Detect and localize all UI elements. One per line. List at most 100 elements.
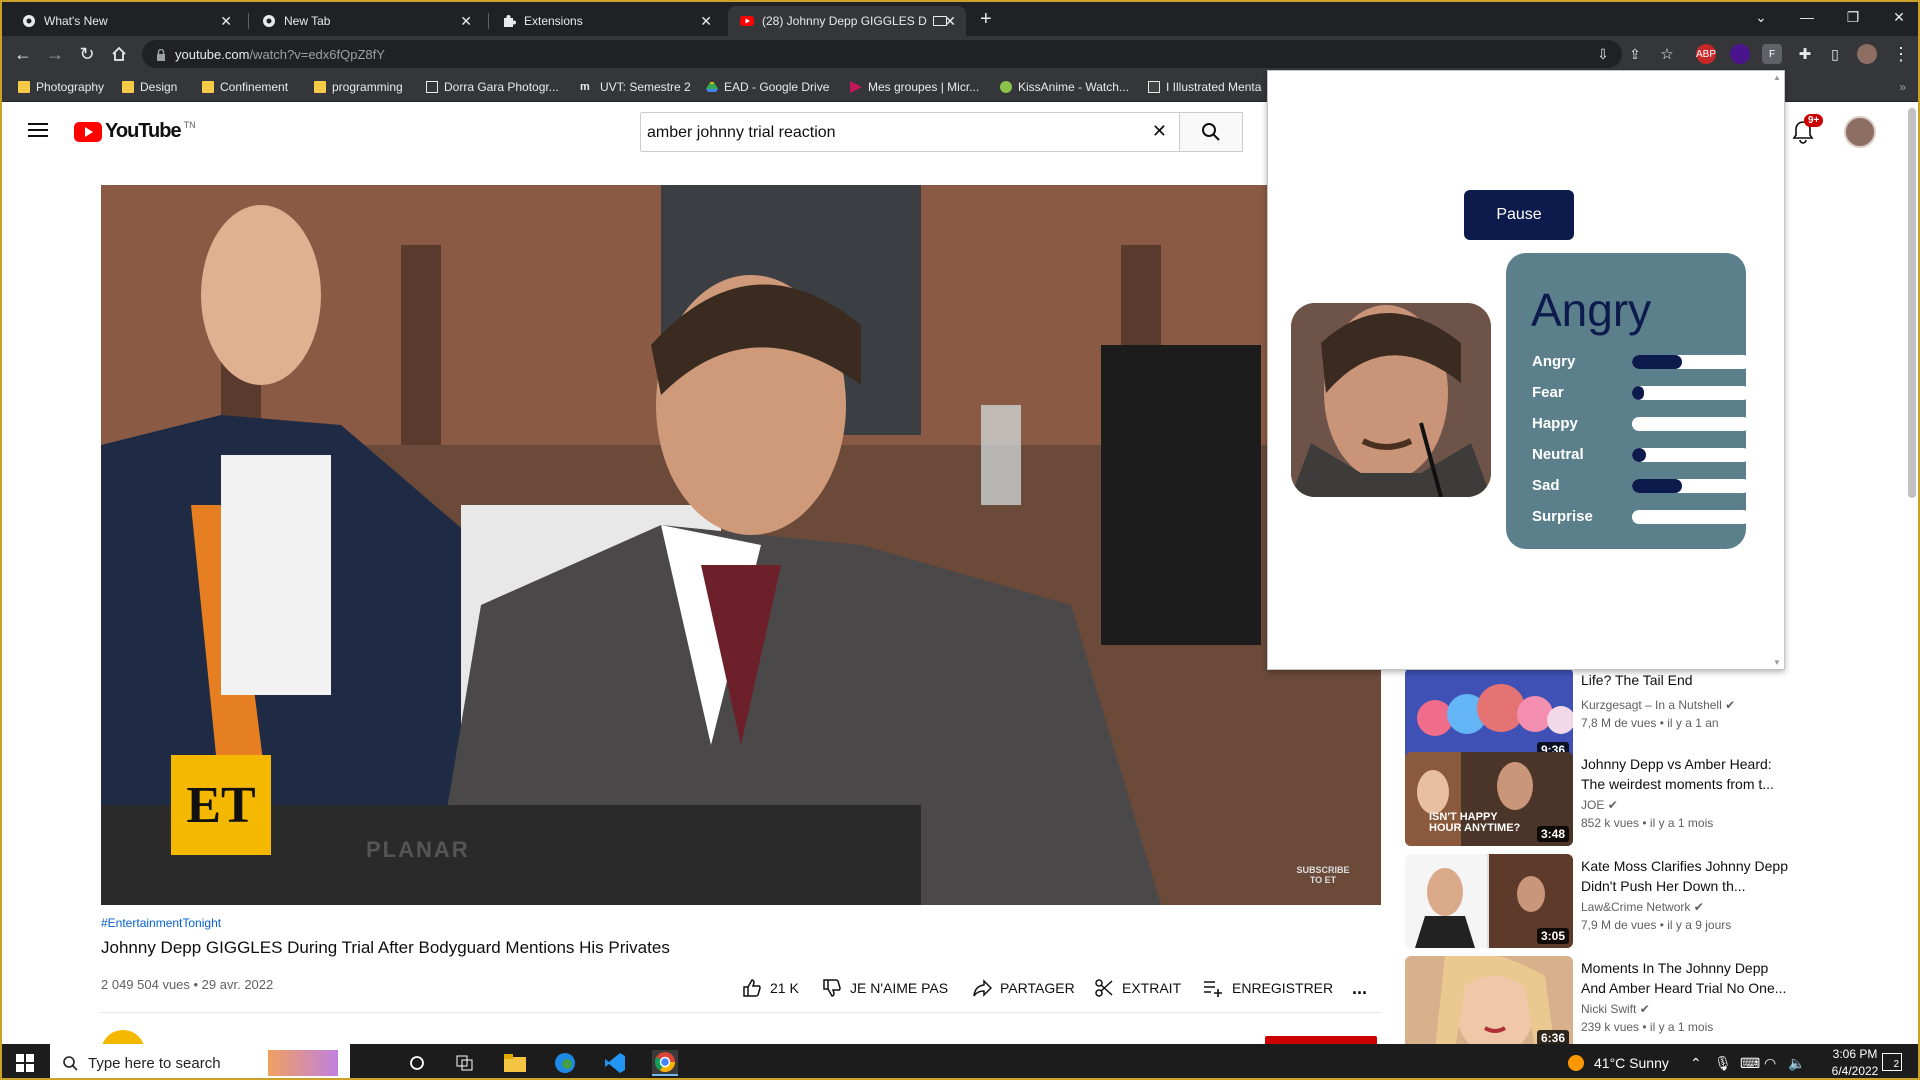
clear-search-icon[interactable]: ✕	[1152, 121, 1167, 142]
tab-new-tab[interactable]: New Tab ✕	[250, 6, 482, 36]
account-avatar[interactable]	[1844, 116, 1876, 148]
new-tab-button[interactable]: +	[980, 8, 992, 31]
popup-scrollbar[interactable]: ▲ ▼	[1772, 73, 1782, 667]
subscribe-watermark[interactable]: SUBSCRIBE TO ET	[1293, 865, 1353, 885]
bookmark-design[interactable]: Design	[122, 72, 177, 102]
action-center-icon[interactable]: 2	[1882, 1053, 1902, 1071]
bookmark-kissanime[interactable]: KissAnime - Watch...	[1000, 72, 1129, 102]
suggested-title[interactable]: Moments In The Johnny Depp And Amber Hea…	[1581, 958, 1791, 998]
home-icon[interactable]	[106, 42, 132, 66]
tab-separator	[248, 13, 249, 29]
bookmark-uvt[interactable]: m UVT: Semestre 2	[580, 72, 691, 102]
tray-chevron-icon[interactable]: ⌃	[1690, 1044, 1702, 1078]
suggested-video[interactable]: 9:36 Life? The Tail End Kurzgesagt – In …	[1405, 668, 1795, 764]
video-hashtag[interactable]: #EntertainmentTonight	[101, 916, 221, 930]
network-icon[interactable]: ◠	[1764, 1044, 1776, 1078]
forward-icon[interactable]: →	[42, 42, 68, 66]
scroll-down-icon[interactable]: ▼	[1773, 658, 1781, 667]
extensions-puzzle-icon[interactable]: ✚	[1792, 42, 1818, 66]
tab-search-icon[interactable]: ⌄	[1738, 2, 1784, 32]
clock[interactable]: 3:06 PM 6/4/2022	[1820, 1047, 1890, 1078]
verified-icon: ✔	[1639, 1002, 1650, 1016]
video-thumbnail[interactable]: 3:05	[1405, 854, 1573, 948]
hamburger-menu-icon[interactable]	[28, 122, 48, 143]
search-box[interactable]: amber johnny trial reaction ✕	[640, 112, 1180, 152]
bookmark-mes-groupes[interactable]: Mes groupes | Micr...	[850, 72, 979, 102]
suggested-video[interactable]: 6:36 Moments In The Johnny Depp And Ambe…	[1405, 956, 1795, 1052]
language-icon[interactable]: ⌨	[1740, 1044, 1760, 1078]
install-icon[interactable]: ⇩	[1590, 42, 1616, 66]
video-thumbnail[interactable]: 6:36	[1405, 956, 1573, 1050]
tab-whats-new[interactable]: What's New ✕	[10, 6, 242, 36]
dislike-button[interactable]: JE N'AIME PAS	[822, 978, 948, 998]
emotion-bar-fill	[1632, 386, 1644, 400]
scissors-icon	[1095, 979, 1113, 997]
more-actions-icon[interactable]: ...	[1352, 978, 1367, 999]
like-button[interactable]: 21 K	[742, 978, 799, 998]
suggested-channel[interactable]: Kurzgesagt – In a Nutshell ✔	[1581, 698, 1735, 712]
share-icon[interactable]: ⇪	[1622, 42, 1648, 66]
chrome-menu-icon[interactable]: ⋮	[1888, 42, 1914, 66]
profile-avatar[interactable]	[1857, 44, 1877, 64]
suggested-channel[interactable]: Nicki Swift ✔	[1581, 1002, 1650, 1016]
close-icon[interactable]: ✕	[944, 13, 956, 30]
suggested-title[interactable]: Life? The Tail End	[1581, 670, 1791, 690]
back-icon[interactable]: ←	[10, 42, 36, 66]
restore-icon[interactable]: ❐	[1830, 2, 1876, 32]
microphone-icon[interactable]: 🎙	[1714, 1044, 1732, 1078]
notifications-icon[interactable]: 9+	[1792, 114, 1824, 149]
volume-icon[interactable]: 🔈	[1788, 1044, 1805, 1078]
video-player[interactable]: ET PLANAR SUBSCRIBE TO ET	[101, 185, 1381, 905]
vscode-icon[interactable]	[602, 1050, 628, 1076]
video-thumbnail[interactable]: 9:36	[1405, 668, 1573, 762]
bookmark-dorra-gara[interactable]: Dorra Gara Photogr...	[426, 72, 559, 102]
side-panel-icon[interactable]: ▯	[1822, 42, 1848, 66]
window-close-icon[interactable]: ✕	[1876, 2, 1918, 32]
close-icon[interactable]: ✕	[700, 13, 712, 30]
suggested-title[interactable]: Kate Moss Clarifies Johnny Depp Didn't P…	[1581, 856, 1791, 896]
thumbs-up-icon	[743, 979, 761, 997]
video-thumbnail[interactable]: ISN'T HAPPY HOUR ANYTIME? 3:48	[1405, 752, 1573, 846]
youtube-logo[interactable]: YouTube TN	[74, 120, 196, 143]
reload-icon[interactable]: ↻	[74, 42, 100, 66]
bookmark-illustrated[interactable]: I Illustrated Menta	[1148, 72, 1261, 102]
file-explorer-icon[interactable]	[502, 1050, 528, 1076]
suggested-video[interactable]: 3:05 Kate Moss Clarifies Johnny Depp Did…	[1405, 854, 1795, 950]
chrome-taskbar-icon[interactable]	[652, 1050, 678, 1076]
cortana-icon[interactable]	[404, 1050, 430, 1076]
close-icon[interactable]: ✕	[460, 13, 472, 30]
suggested-video[interactable]: ISN'T HAPPY HOUR ANYTIME? 3:48 Johnny De…	[1405, 752, 1795, 848]
bookmark-star-icon[interactable]: ☆	[1654, 42, 1680, 66]
suggested-channel[interactable]: JOE ✔	[1581, 798, 1618, 812]
bookmark-photography[interactable]: Photography	[18, 72, 104, 102]
clip-button[interactable]: EXTRAIT	[1094, 978, 1181, 998]
bookmark-programming[interactable]: programming	[314, 72, 403, 102]
windows-start-icon[interactable]	[12, 1050, 38, 1076]
more-bookmarks-icon[interactable]: »	[1899, 80, 1906, 94]
minimize-icon[interactable]: —	[1784, 2, 1830, 32]
search-input[interactable]: amber johnny trial reaction	[647, 124, 836, 142]
suggested-channel[interactable]: Law&Crime Network ✔	[1581, 900, 1704, 914]
pause-button[interactable]: Pause	[1464, 190, 1574, 240]
face-crop-art	[1291, 303, 1491, 497]
save-button[interactable]: ENREGISTRER	[1202, 978, 1333, 998]
suggested-title[interactable]: Johnny Depp vs Amber Heard: The weirdest…	[1581, 754, 1791, 794]
thumbs-down-icon	[823, 979, 841, 997]
search-button[interactable]	[1179, 112, 1243, 152]
share-button[interactable]: PARTAGER	[972, 978, 1075, 998]
weather-widget[interactable]: 41°C Sunny	[1568, 1044, 1669, 1078]
taskbar-search-box[interactable]: Type here to search	[50, 1044, 350, 1078]
tab-extensions[interactable]: Extensions ✕	[490, 6, 722, 36]
tab-youtube-video[interactable]: (28) Johnny Depp GIGGLES D ✕	[728, 6, 966, 36]
task-view-icon[interactable]	[452, 1050, 478, 1076]
emotion-extension-icon[interactable]: F	[1762, 44, 1782, 64]
adblock-extension-icon[interactable]: ABP	[1696, 44, 1716, 64]
close-icon[interactable]: ✕	[220, 13, 232, 30]
bookmark-confinement[interactable]: Confinement	[202, 72, 288, 102]
extension-icon[interactable]	[1730, 44, 1750, 64]
scroll-up-icon[interactable]: ▲	[1773, 73, 1781, 82]
edge-icon[interactable]	[552, 1050, 578, 1076]
tab-title: (28) Johnny Depp GIGGLES D	[762, 14, 927, 28]
bookmark-google-drive[interactable]: EAD - Google Drive	[706, 72, 829, 102]
page-scrollbar[interactable]	[1908, 108, 1916, 498]
